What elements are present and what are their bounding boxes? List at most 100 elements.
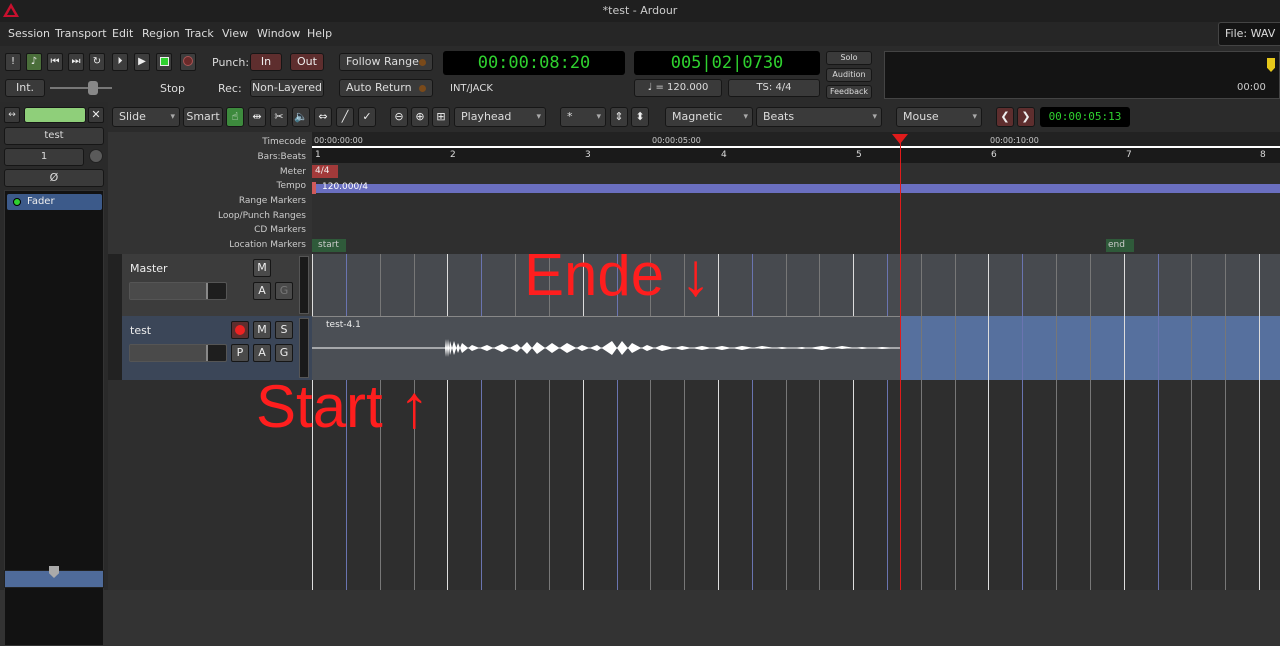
phase-invert-button[interactable]: Ø [4, 169, 104, 187]
goto-end-icon[interactable]: ⏭ [68, 53, 84, 71]
snap-mode-dropdown[interactable]: Magnetic [665, 107, 753, 127]
ruler-label-location-markers[interactable]: Location Markers [229, 240, 306, 250]
strip-width-icon[interactable]: ↔ [4, 107, 20, 123]
grid-dropdown[interactable]: * [560, 107, 606, 127]
record-arm-button[interactable] [231, 321, 249, 339]
gain-fader[interactable] [129, 282, 227, 300]
ruler-label-tempo[interactable]: Tempo [277, 181, 307, 191]
start-marker[interactable]: start [312, 239, 346, 252]
test-track-header[interactable]: test M S P A G [108, 316, 312, 380]
menu-track[interactable]: Track [185, 27, 214, 40]
grab-tool-icon[interactable]: ☝ [226, 107, 244, 127]
play-range-icon[interactable]: ⏵ [112, 53, 128, 71]
strip-color-bar[interactable] [24, 107, 86, 123]
snap-unit-dropdown[interactable]: Beats [756, 107, 882, 127]
feedback-button[interactable]: Feedback [826, 85, 872, 99]
rec-mode-button[interactable]: Non-Layered [250, 79, 324, 97]
automation-button[interactable]: A [253, 282, 271, 300]
fader-processor[interactable]: Fader [7, 194, 102, 210]
automation-button[interactable]: A [253, 344, 271, 362]
bar-number: 6 [991, 150, 997, 160]
record-icon[interactable] [180, 53, 196, 71]
menu-help[interactable]: Help [307, 27, 332, 40]
solo-button[interactable]: S [275, 321, 293, 339]
close-strip-icon[interactable]: ✕ [88, 107, 104, 123]
group-button[interactable]: G [275, 282, 293, 300]
track-name[interactable]: test [130, 324, 151, 337]
ruler-label-range-markers[interactable]: Range Markers [239, 196, 306, 206]
meter-marker[interactable]: 4/4 [312, 165, 338, 178]
group-button[interactable]: G [275, 344, 293, 362]
shuttle-slider-handle[interactable] [88, 81, 98, 95]
audition-tool-icon[interactable]: 🔈 [292, 107, 310, 127]
audition-button[interactable]: Audition [826, 68, 872, 82]
shrink-tracks-icon[interactable]: ⇕ [610, 107, 628, 127]
zoom-out-icon[interactable]: ⊖ [390, 107, 408, 127]
auto-return-button[interactable]: Auto Return [339, 79, 433, 97]
menu-window[interactable]: Window [257, 27, 300, 40]
menu-transport[interactable]: Transport [55, 27, 107, 40]
loop-icon[interactable]: ↻ [89, 53, 105, 71]
menu-view[interactable]: View [222, 27, 248, 40]
tempo-curve[interactable] [312, 184, 1280, 193]
follow-range-button[interactable]: Follow Range [339, 53, 433, 71]
track-name[interactable]: Master [130, 262, 168, 275]
mute-button[interactable]: M [253, 259, 271, 277]
range-tool-icon[interactable]: ⇹ [248, 107, 266, 127]
mini-timeline[interactable]: 00:00 [884, 51, 1280, 99]
zoom-in-icon[interactable]: ⊕ [411, 107, 429, 127]
timecode-ruler[interactable]: 00:00:00:00 00:00:05:00 00:00:10:00 [312, 132, 1280, 148]
metronome-icon[interactable]: ♪ [26, 53, 42, 71]
nudge-back-icon[interactable]: ❮ [996, 107, 1014, 127]
audio-region[interactable]: test-4.1 [312, 316, 900, 380]
ruler-label-loop-punch[interactable]: Loop/Punch Ranges [218, 211, 306, 221]
mute-button[interactable]: M [253, 321, 271, 339]
solo-button[interactable]: Solo [826, 51, 872, 65]
tempo-display[interactable]: ♩ = 120.000 [634, 79, 722, 97]
draw-tool-icon[interactable]: ╱ [336, 107, 354, 127]
ruler-label-cd-markers[interactable]: CD Markers [254, 225, 306, 235]
punch-out-button[interactable]: Out [290, 53, 324, 71]
panic-icon[interactable]: ! [5, 53, 21, 71]
secondary-clock[interactable]: 005|02|0730 [634, 51, 820, 75]
nudge-forward-icon[interactable]: ❯ [1017, 107, 1035, 127]
panner[interactable] [4, 566, 104, 588]
annotation-end: Ende ↓ [524, 254, 711, 308]
playhead-line[interactable] [900, 254, 901, 590]
goto-start-icon[interactable]: ⏮ [47, 53, 63, 71]
input-button[interactable]: 1 [4, 148, 84, 166]
stop-icon[interactable] [156, 53, 172, 71]
edit-point-dropdown[interactable]: Playhead [454, 107, 546, 127]
mouse-mode-dropdown[interactable]: Mouse [896, 107, 982, 127]
ruler-label-bars-beats[interactable]: Bars:Beats [257, 152, 306, 162]
punch-in-button[interactable]: In [250, 53, 282, 71]
smart-mode-button[interactable]: Smart [183, 107, 223, 127]
bars-beats-ruler[interactable]: 1 2 3 4 5 6 7 8 [312, 148, 1280, 163]
input-trim-knob-icon[interactable] [89, 149, 103, 163]
menu-edit[interactable]: Edit [112, 27, 133, 40]
track-canvas[interactable]: Master M A G test M S P A G test-4.1 End… [108, 254, 1280, 590]
ruler-label-meter[interactable]: Meter [280, 167, 306, 177]
menu-session[interactable]: Session [8, 27, 50, 40]
expand-tracks-icon[interactable]: ⬍ [631, 107, 649, 127]
ruler-label-timecode[interactable]: Timecode [262, 137, 306, 147]
tempo-marker-icon[interactable] [312, 182, 316, 194]
rulers[interactable]: 00:00:00:00 00:00:05:00 00:00:10:00 1 2 … [312, 132, 1280, 254]
edit-mode-dropdown[interactable]: Slide [112, 107, 180, 127]
zoom-session-icon[interactable]: ⊞ [432, 107, 450, 127]
stretch-tool-icon[interactable]: ⇔ [314, 107, 332, 127]
internal-edit-tool-icon[interactable]: ✓ [358, 107, 376, 127]
playlist-button[interactable]: P [231, 344, 249, 362]
time-signature-display[interactable]: TS: 4/4 [728, 79, 820, 97]
gain-fader[interactable] [129, 344, 227, 362]
nudge-clock[interactable]: 00:00:05:13 [1040, 107, 1130, 127]
bar-line [988, 254, 989, 590]
cut-tool-icon[interactable]: ✂ [270, 107, 288, 127]
int-button[interactable]: Int. [5, 79, 45, 97]
menu-region[interactable]: Region [142, 27, 180, 40]
strip-name-button[interactable]: test [4, 127, 104, 145]
primary-clock[interactable]: 00:00:08:20 [443, 51, 625, 75]
master-track-header[interactable]: Master M A G [108, 254, 312, 316]
play-icon[interactable]: ▶ [134, 53, 150, 71]
end-marker[interactable]: end [1106, 239, 1134, 252]
